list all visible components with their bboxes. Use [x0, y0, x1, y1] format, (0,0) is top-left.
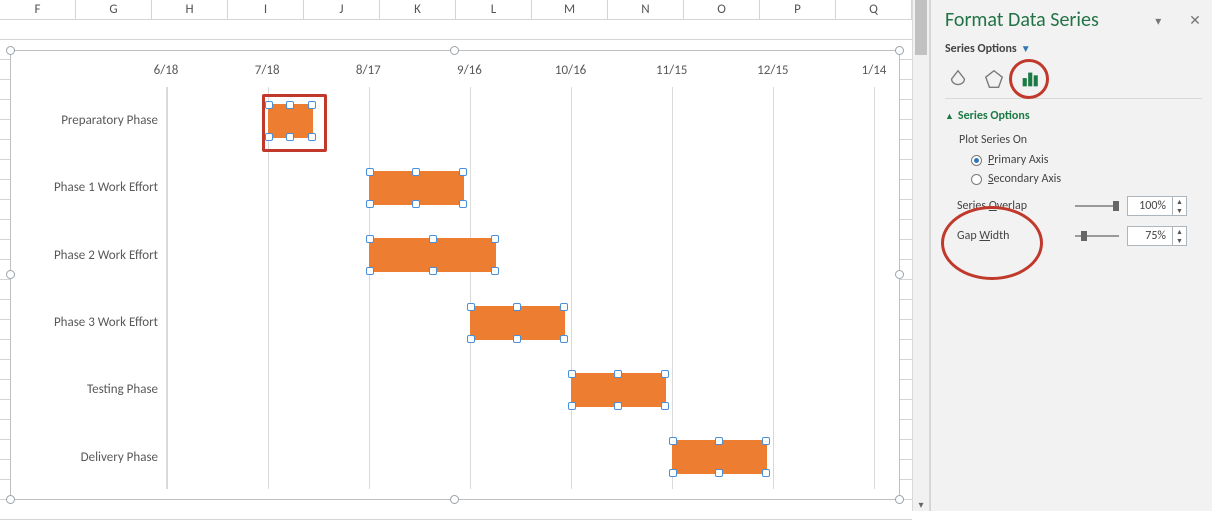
x-tick-label: 11/15 [656, 63, 687, 78]
format-pane: Format Data Series ▾ ✕ Series Options▼ [930, 0, 1212, 511]
category-label: Phase 1 Work Effort [11, 154, 158, 221]
x-tick-label: 1/14 [862, 63, 887, 78]
bar-selection-handle[interactable] [762, 437, 770, 445]
bar-selection-handle[interactable] [614, 402, 622, 410]
column-header[interactable]: G [76, 0, 152, 19]
bar-selection-handle[interactable] [661, 370, 669, 378]
x-axis-labels: 6/187/188/179/1610/1611/1512/151/14 [166, 63, 874, 81]
data-bar[interactable] [369, 238, 496, 272]
x-tick-label: 7/18 [255, 63, 280, 78]
column-header[interactable]: J [304, 0, 380, 19]
secondary-axis-radio[interactable]: Secondary Axis [971, 172, 1202, 186]
bar-selection-handle[interactable] [459, 200, 467, 208]
chart-object[interactable]: 6/18 7/18 8/17 9/16 10/16 11/15 12/15 1/14 Prep… [10, 50, 900, 500]
column-header[interactable]: P [760, 0, 836, 19]
column-header[interactable]: I [228, 0, 304, 19]
vertical-scrollbar[interactable]: ▴ ▾ [912, 0, 930, 511]
radio-icon [971, 155, 982, 166]
bar-selection-handle[interactable] [366, 200, 374, 208]
bar-selection-handle[interactable] [513, 303, 521, 311]
bar-selection-handle[interactable] [661, 402, 669, 410]
bar-selection-handle[interactable] [459, 168, 467, 176]
worksheet-area[interactable]: FGHIJKLMNOPQ 6/18 7/18 8/17 9/16 10/16 11/15 1… [0, 0, 912, 511]
gridline [874, 87, 875, 489]
bar-selection-handle[interactable] [614, 370, 622, 378]
fill-line-icon[interactable] [945, 66, 971, 92]
bar-selection-handle[interactable] [560, 303, 568, 311]
column-header[interactable]: H [152, 0, 228, 19]
series-options-dropdown[interactable]: Series Options▼ [945, 42, 1202, 56]
bar-selection-handle[interactable] [669, 469, 677, 477]
bar-selection-handle[interactable] [366, 267, 374, 275]
column-header[interactable]: K [380, 0, 456, 19]
bar-selection-handle[interactable] [366, 168, 374, 176]
bar-selection-handle[interactable] [467, 303, 475, 311]
annotation-red-circle [1009, 59, 1049, 99]
annotation-red-circle [941, 206, 1043, 280]
radio-icon [971, 174, 982, 185]
x-tick-label: 9/16 [457, 63, 482, 78]
annotation-red-box [262, 94, 327, 152]
x-tick-label: 10/16 [555, 63, 586, 78]
spin-down-icon[interactable]: ▼ [1173, 206, 1186, 215]
data-bar[interactable] [571, 373, 666, 407]
x-tick-label: 12/15 [757, 63, 788, 78]
x-tick-label: 8/17 [356, 63, 381, 78]
column-header[interactable]: M [532, 0, 608, 19]
bar-selection-handle[interactable] [568, 402, 576, 410]
category-label: Testing Phase [11, 356, 158, 423]
spin-up-icon[interactable]: ▲ [1173, 227, 1186, 236]
bar-selection-handle[interactable] [513, 335, 521, 343]
close-icon[interactable]: ✕ [1188, 12, 1202, 29]
bar-selection-handle[interactable] [429, 235, 437, 243]
bar-selection-handle[interactable] [429, 267, 437, 275]
column-header[interactable]: L [456, 0, 532, 19]
pane-menu-icon[interactable]: ▾ [1151, 14, 1165, 29]
bar-selection-handle[interactable] [412, 168, 420, 176]
app-root: FGHIJKLMNOPQ 6/18 7/18 8/17 9/16 10/16 11/15 1… [0, 0, 1212, 511]
column-header[interactable]: O [684, 0, 760, 19]
column-header[interactable]: N [608, 0, 684, 19]
category-label: Phase 2 Work Effort [11, 222, 158, 289]
spin-up-icon[interactable]: ▲ [1173, 197, 1186, 206]
bar-selection-handle[interactable] [491, 267, 499, 275]
x-tick-label: 6/18 [154, 63, 179, 78]
plot-series-on-label: Plot Series On [959, 133, 1202, 147]
bar-selection-handle[interactable] [715, 469, 723, 477]
gantt-chart: 6/18 7/18 8/17 9/16 10/16 11/15 12/15 1/14 Prep… [11, 51, 899, 499]
data-bar[interactable] [369, 171, 464, 205]
series-overlap-input[interactable]: 100% ▲▼ [1127, 196, 1187, 216]
effects-icon[interactable] [981, 66, 1007, 92]
bar-selection-handle[interactable] [560, 335, 568, 343]
bar-selection-handle[interactable] [412, 200, 420, 208]
spin-down-icon[interactable]: ▼ [1173, 236, 1186, 245]
gap-width-input[interactable]: 75% ▲▼ [1127, 226, 1187, 246]
pane-title: Format Data Series [945, 8, 1099, 32]
option-category-icons [945, 66, 1202, 99]
scroll-down-icon[interactable]: ▾ [913, 498, 929, 511]
category-label: Delivery Phase [11, 424, 158, 491]
column-header[interactable]: F [0, 0, 76, 19]
data-bar[interactable] [470, 306, 565, 340]
bar-selection-handle[interactable] [715, 437, 723, 445]
column-header[interactable]: Q [836, 0, 912, 19]
gap-width-slider[interactable] [1075, 230, 1119, 242]
bar-selection-handle[interactable] [762, 469, 770, 477]
bar-selection-handle[interactable] [568, 370, 576, 378]
series-options-section[interactable]: ▲Series Options [945, 109, 1202, 123]
y-axis-labels: Preparatory PhasePhase 1 Work EffortPhas… [11, 87, 166, 489]
bar-selection-handle[interactable] [467, 335, 475, 343]
series-overlap-slider[interactable] [1075, 200, 1119, 212]
scroll-thumb[interactable] [915, 0, 927, 55]
bar-selection-handle[interactable] [669, 437, 677, 445]
bar-selection-handle[interactable] [366, 235, 374, 243]
data-bar[interactable] [672, 440, 767, 474]
category-label: Phase 3 Work Effort [11, 289, 158, 356]
bar-selection-handle[interactable] [491, 235, 499, 243]
category-label: Preparatory Phase [11, 87, 158, 154]
column-headers: FGHIJKLMNOPQ [0, 0, 912, 20]
primary-axis-radio[interactable]: Primary Axis [971, 153, 1202, 167]
